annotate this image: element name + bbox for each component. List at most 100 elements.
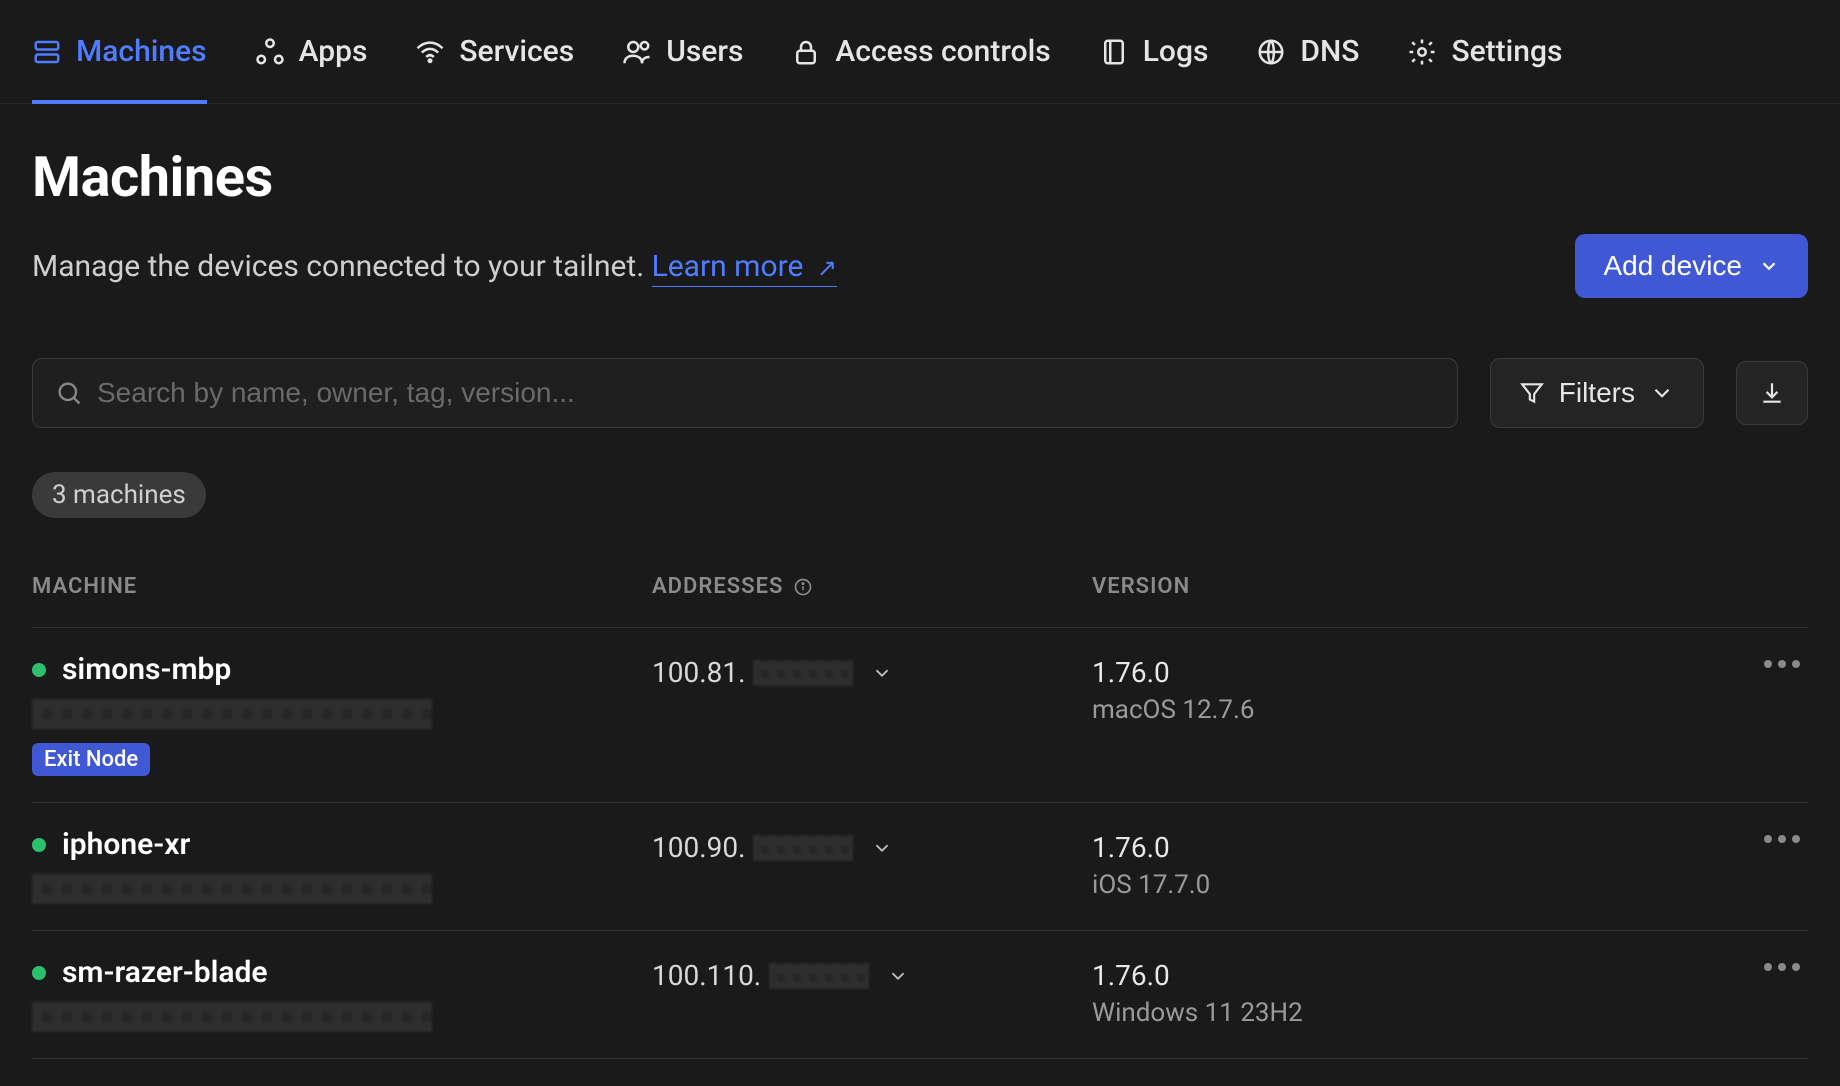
chevron-down-icon: [1649, 380, 1675, 406]
row-actions: [1718, 827, 1808, 843]
row-actions: [1718, 652, 1808, 668]
external-link-icon: ↗: [817, 254, 837, 282]
col-addresses-label: ADDRESSES: [652, 574, 783, 599]
download-icon: [1759, 380, 1785, 406]
nav-tab-machines[interactable]: Machines: [32, 0, 207, 103]
page-subrow: Manage the devices connected to your tai…: [32, 234, 1808, 298]
learn-more-link[interactable]: Learn more ↗: [652, 249, 837, 287]
filters-button[interactable]: Filters: [1490, 358, 1704, 428]
nav-tab-users[interactable]: Users: [622, 0, 743, 103]
machine-cell: simons-mbp Exit Node: [32, 652, 652, 776]
col-version: VERSION: [1092, 574, 1718, 599]
machine-name-row[interactable]: iphone-xr: [32, 827, 652, 862]
version-cell: 1.76.0 macOS 12.7.6: [1092, 652, 1718, 725]
search-icon: [55, 379, 83, 407]
table-row: iphone-xr 100.90. 1.76.0 iOS 17.7.0: [32, 803, 1808, 931]
filters-label: Filters: [1559, 377, 1635, 409]
version-number: 1.76.0: [1092, 831, 1718, 864]
address-cell: 100.90.: [652, 827, 1092, 864]
status-dot-online: [32, 663, 46, 677]
gear-icon: [1407, 37, 1437, 67]
col-machine: MACHINE: [32, 574, 652, 599]
info-icon[interactable]: [793, 577, 813, 597]
nav-tab-dns[interactable]: DNS: [1256, 0, 1359, 103]
learn-more-text: Learn more: [652, 249, 804, 284]
machine-name: simons-mbp: [62, 652, 231, 687]
machine-count-chip: 3 machines: [32, 472, 206, 518]
machine-name: sm-razer-blade: [62, 955, 268, 990]
page-title: Machines: [32, 144, 1808, 210]
version-cell: 1.76.0 iOS 17.7.0: [1092, 827, 1718, 900]
add-device-button[interactable]: Add device: [1575, 234, 1808, 298]
nav-tab-label: Logs: [1143, 34, 1209, 69]
table-row: simons-mbp Exit Node 100.81. 1.76.0 macO…: [32, 628, 1808, 803]
more-actions-button[interactable]: [1764, 660, 1800, 668]
search-box[interactable]: [32, 358, 1458, 428]
nav-tab-services[interactable]: Services: [415, 0, 574, 103]
version-os: iOS 17.7.0: [1092, 870, 1718, 900]
address-cell: 100.81.: [652, 652, 1092, 689]
version-number: 1.76.0: [1092, 656, 1718, 689]
chevron-down-icon: [1758, 255, 1780, 277]
page-subtitle: Manage the devices connected to your tai…: [32, 249, 837, 284]
nav-tab-logs[interactable]: Logs: [1099, 0, 1209, 103]
redacted-owner: [32, 699, 432, 729]
chevron-down-icon[interactable]: [887, 965, 909, 987]
machine-cell: iphone-xr: [32, 827, 652, 904]
more-actions-button[interactable]: [1764, 963, 1800, 971]
add-device-label: Add device: [1603, 250, 1742, 282]
version-os: Windows 11 23H2: [1092, 998, 1718, 1028]
top-nav: Machines Apps Services Users Access cont…: [0, 0, 1840, 104]
nav-tab-label: Access controls: [835, 34, 1050, 69]
chevron-down-icon[interactable]: [871, 837, 893, 859]
book-icon: [1099, 37, 1129, 67]
nav-tab-apps[interactable]: Apps: [255, 0, 368, 103]
machine-cell: sm-razer-blade: [32, 955, 652, 1032]
ip-prefix: 100.81.: [652, 656, 745, 689]
search-input[interactable]: [97, 377, 1435, 409]
col-addresses: ADDRESSES: [652, 574, 1092, 599]
nav-tab-label: Apps: [299, 34, 368, 69]
table-row: sm-razer-blade 100.110. 1.76.0 Windows 1…: [32, 931, 1808, 1059]
search-row: Filters: [32, 358, 1808, 428]
globe-icon: [1256, 37, 1286, 67]
nav-tab-label: Settings: [1451, 34, 1562, 69]
redacted-ip-suffix: [753, 660, 853, 686]
ip-prefix: 100.90.: [652, 831, 745, 864]
apps-icon: [255, 37, 285, 67]
nav-tab-label: Users: [666, 34, 743, 69]
nav-tab-settings[interactable]: Settings: [1407, 0, 1562, 103]
wifi-icon: [415, 37, 445, 67]
status-dot-online: [32, 966, 46, 980]
machine-name-row[interactable]: simons-mbp: [32, 652, 652, 687]
ip-prefix: 100.110.: [652, 959, 761, 992]
redacted-owner: [32, 1002, 432, 1032]
nav-tab-label: DNS: [1300, 34, 1359, 69]
machines-icon: [32, 37, 62, 67]
machine-tags: Exit Node: [32, 743, 652, 776]
version-os: macOS 12.7.6: [1092, 695, 1718, 725]
nav-tab-access-controls[interactable]: Access controls: [791, 0, 1050, 103]
more-actions-button[interactable]: [1764, 835, 1800, 843]
machine-name: iphone-xr: [62, 827, 190, 862]
redacted-ip-suffix: [753, 835, 853, 861]
address-cell: 100.110.: [652, 955, 1092, 992]
machines-table: MACHINE ADDRESSES VERSION simons-mbp Exi…: [32, 574, 1808, 1059]
nav-tab-label: Machines: [76, 34, 207, 69]
lock-icon: [791, 37, 821, 67]
download-button[interactable]: [1736, 361, 1808, 425]
filter-icon: [1519, 380, 1545, 406]
page-body: Machines Manage the devices connected to…: [0, 104, 1840, 1059]
redacted-owner: [32, 874, 432, 904]
redacted-ip-suffix: [769, 963, 869, 989]
table-header: MACHINE ADDRESSES VERSION: [32, 574, 1808, 628]
exit-node-badge: Exit Node: [32, 743, 150, 776]
row-actions: [1718, 955, 1808, 971]
status-dot-online: [32, 838, 46, 852]
version-cell: 1.76.0 Windows 11 23H2: [1092, 955, 1718, 1028]
chevron-down-icon[interactable]: [871, 662, 893, 684]
nav-tab-label: Services: [459, 34, 574, 69]
version-number: 1.76.0: [1092, 959, 1718, 992]
page-subtitle-text: Manage the devices connected to your tai…: [32, 249, 652, 284]
machine-name-row[interactable]: sm-razer-blade: [32, 955, 652, 990]
